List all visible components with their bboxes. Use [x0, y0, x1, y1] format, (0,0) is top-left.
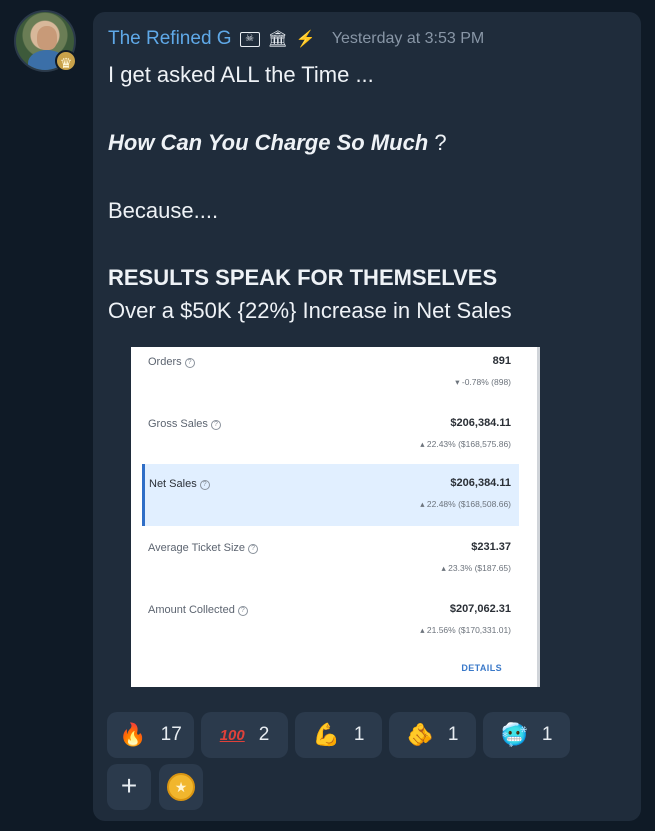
fire-icon: 🔥: [119, 722, 147, 747]
stat-label: Net Sales?: [149, 478, 210, 490]
stat-row-gross-sales: Gross Sales? $206,384.11 ▴ 22.43% ($168,…: [131, 409, 519, 467]
reaction-cold-face[interactable]: 🥶 1: [483, 712, 570, 758]
super-reaction-button[interactable]: ★: [159, 764, 203, 810]
lightning-icon: ⚡: [295, 31, 316, 48]
stat-label: Gross Sales?: [148, 418, 221, 430]
message-line: I get asked ALL the Time ...: [108, 62, 374, 87]
stat-value: $231.37: [471, 541, 511, 553]
pointing-hand-icon: 🫵: [406, 722, 434, 747]
message-line: Over a $50K {22%} Increase in Net Sales: [108, 298, 512, 323]
stat-value: $207,062.31: [449, 603, 511, 615]
reaction-count: 1: [541, 724, 553, 745]
stat-label: Average Ticket Size?: [148, 542, 259, 554]
reaction-hundred[interactable]: 100 2: [201, 712, 288, 758]
stat-label-text: Orders: [148, 356, 182, 368]
reaction-actions: + ★: [107, 764, 203, 810]
stat-row-average-ticket: Average Ticket Size? $231.37 ▴ 23.3% ($1…: [131, 533, 519, 591]
stat-row-orders: Orders? 891 ▾ -0.78% (898): [131, 347, 519, 405]
stat-label: Orders?: [148, 356, 195, 368]
reaction-bar: 🔥 17 100 2 💪 1 🫵 1 🥶 1: [107, 712, 570, 758]
stat-row-net-sales: Net Sales? $206,384.11 ▴ 22.48% ($168,50…: [142, 464, 519, 526]
stat-value: 891: [492, 355, 511, 367]
flexed-biceps-icon: 💪: [312, 722, 340, 747]
stat-value: $206,384.11: [450, 417, 511, 429]
reaction-count: 1: [447, 724, 459, 745]
help-icon: ?: [199, 480, 210, 490]
attached-image[interactable]: Orders? 891 ▾ -0.78% (898) Gross Sales? …: [131, 347, 540, 687]
coin-icon: ★: [167, 773, 195, 801]
stat-change: ▴ 21.56% ($170,331.01): [420, 625, 511, 635]
message-header: The Refined G ☠ 🏛 ⚡ Yesterday at 3:53 PM: [108, 26, 484, 52]
reaction-flexed-biceps[interactable]: 💪 1: [295, 712, 382, 758]
help-icon: ?: [248, 544, 259, 554]
reaction-fire[interactable]: 🔥 17: [107, 712, 194, 758]
stat-label-text: Average Ticket Size: [148, 542, 246, 554]
reaction-pointing[interactable]: 🫵 1: [389, 712, 476, 758]
cold-face-icon: 🥶: [500, 722, 528, 747]
stat-label-text: Net Sales: [149, 478, 197, 490]
help-icon: ?: [237, 606, 248, 616]
stat-value: $206,384.11: [450, 477, 511, 489]
stat-change: ▾ -0.78% (898): [455, 377, 511, 387]
stat-change: ▴ 22.48% ($168,508.66): [420, 499, 511, 509]
message-line: Because....: [108, 198, 219, 223]
username[interactable]: The Refined G: [108, 28, 232, 50]
reaction-count: 1: [353, 724, 365, 745]
emphasis-tail: ?: [428, 130, 447, 155]
reaction-count: 17: [160, 724, 182, 745]
stat-change: ▴ 22.43% ($168,575.86): [420, 439, 511, 449]
stat-change: ▴ 23.3% ($187.65): [441, 563, 511, 573]
stat-label: Amount Collected?: [148, 604, 248, 616]
help-icon: ?: [210, 420, 221, 430]
timestamp: Yesterday at 3:53 PM: [331, 30, 485, 47]
emphasis-text: How Can You Charge So Much: [108, 130, 429, 155]
stat-label-text: Amount Collected: [148, 604, 235, 616]
help-icon: ?: [184, 358, 195, 368]
hundred-icon: 100: [219, 726, 245, 744]
stat-label-text: Gross Sales: [148, 418, 208, 430]
stat-row-amount-collected: Amount Collected? $207,062.31 ▴ 21.56% (…: [131, 595, 519, 653]
avatar-face: [37, 26, 57, 50]
message-headline: RESULTS SPEAK FOR THEMSELVES: [108, 265, 498, 290]
reaction-count: 2: [258, 724, 270, 745]
user-badges: ☠ 🏛 ⚡: [239, 29, 316, 49]
crown-icon: ♛: [55, 50, 77, 72]
bank-icon: 🏛: [267, 31, 288, 48]
add-reaction-button[interactable]: +: [107, 764, 151, 810]
pirate-flag-icon: ☠: [239, 31, 260, 47]
details-link: DETAILS: [461, 663, 502, 673]
message-line-emphasis: How Can You Charge So Much ?: [108, 130, 447, 156]
